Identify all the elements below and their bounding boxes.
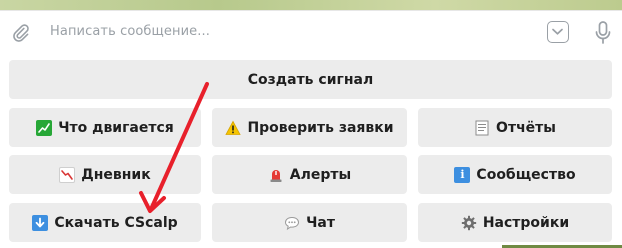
- download-cscalp-label: Скачать CScalp: [54, 214, 178, 231]
- check-orders-label: Проверить заявки: [247, 119, 394, 136]
- microphone-icon[interactable]: [592, 20, 614, 46]
- reply-keyboard: Создать сигнал Что двигается Проверить з…: [0, 55, 622, 248]
- journal-label: Дневник: [81, 166, 151, 183]
- create-signal-label: Создать сигнал: [247, 71, 374, 88]
- message-input[interactable]: Написать сообщение...: [50, 24, 210, 39]
- download-cscalp-button[interactable]: Скачать CScalp: [9, 203, 201, 242]
- info-icon: i: [454, 166, 471, 183]
- chart-down-icon: [59, 166, 76, 183]
- download-arrow-icon: [32, 214, 49, 231]
- whats-moving-button[interactable]: Что двигается: [9, 108, 201, 147]
- warning-icon: [225, 120, 242, 136]
- chat-background-strip: [0, 0, 622, 10]
- chart-up-icon: [36, 119, 53, 136]
- reports-label: Отчёты: [496, 119, 556, 136]
- create-signal-button[interactable]: Создать сигнал: [9, 60, 612, 99]
- check-orders-button[interactable]: Проверить заявки: [212, 108, 407, 147]
- siren-icon: [268, 167, 284, 183]
- alerts-button[interactable]: Алерты: [212, 155, 407, 194]
- community-button[interactable]: i Сообщество: [418, 155, 612, 194]
- whats-moving-label: Что двигается: [58, 119, 174, 136]
- chevron-down-icon: [552, 28, 563, 35]
- chat-label: Чат: [306, 214, 335, 231]
- settings-button[interactable]: Настройки: [418, 203, 612, 242]
- gear-icon: [461, 215, 477, 231]
- journal-button[interactable]: Дневник: [9, 155, 201, 194]
- bot-commands-button[interactable]: [547, 21, 569, 43]
- message-input-bar: Написать сообщение...: [0, 10, 622, 55]
- chat-button[interactable]: Чат: [212, 203, 407, 242]
- report-doc-icon: [474, 120, 490, 136]
- community-label: Сообщество: [476, 166, 576, 183]
- telegram-bot-keyboard: Написать сообщение... Создать сигнал Что…: [0, 0, 622, 248]
- alerts-label: Алерты: [289, 166, 352, 183]
- settings-label: Настройки: [482, 214, 570, 231]
- speech-bubble-icon: [284, 215, 300, 231]
- paperclip-icon[interactable]: [12, 22, 34, 44]
- reports-button[interactable]: Отчёты: [418, 108, 612, 147]
